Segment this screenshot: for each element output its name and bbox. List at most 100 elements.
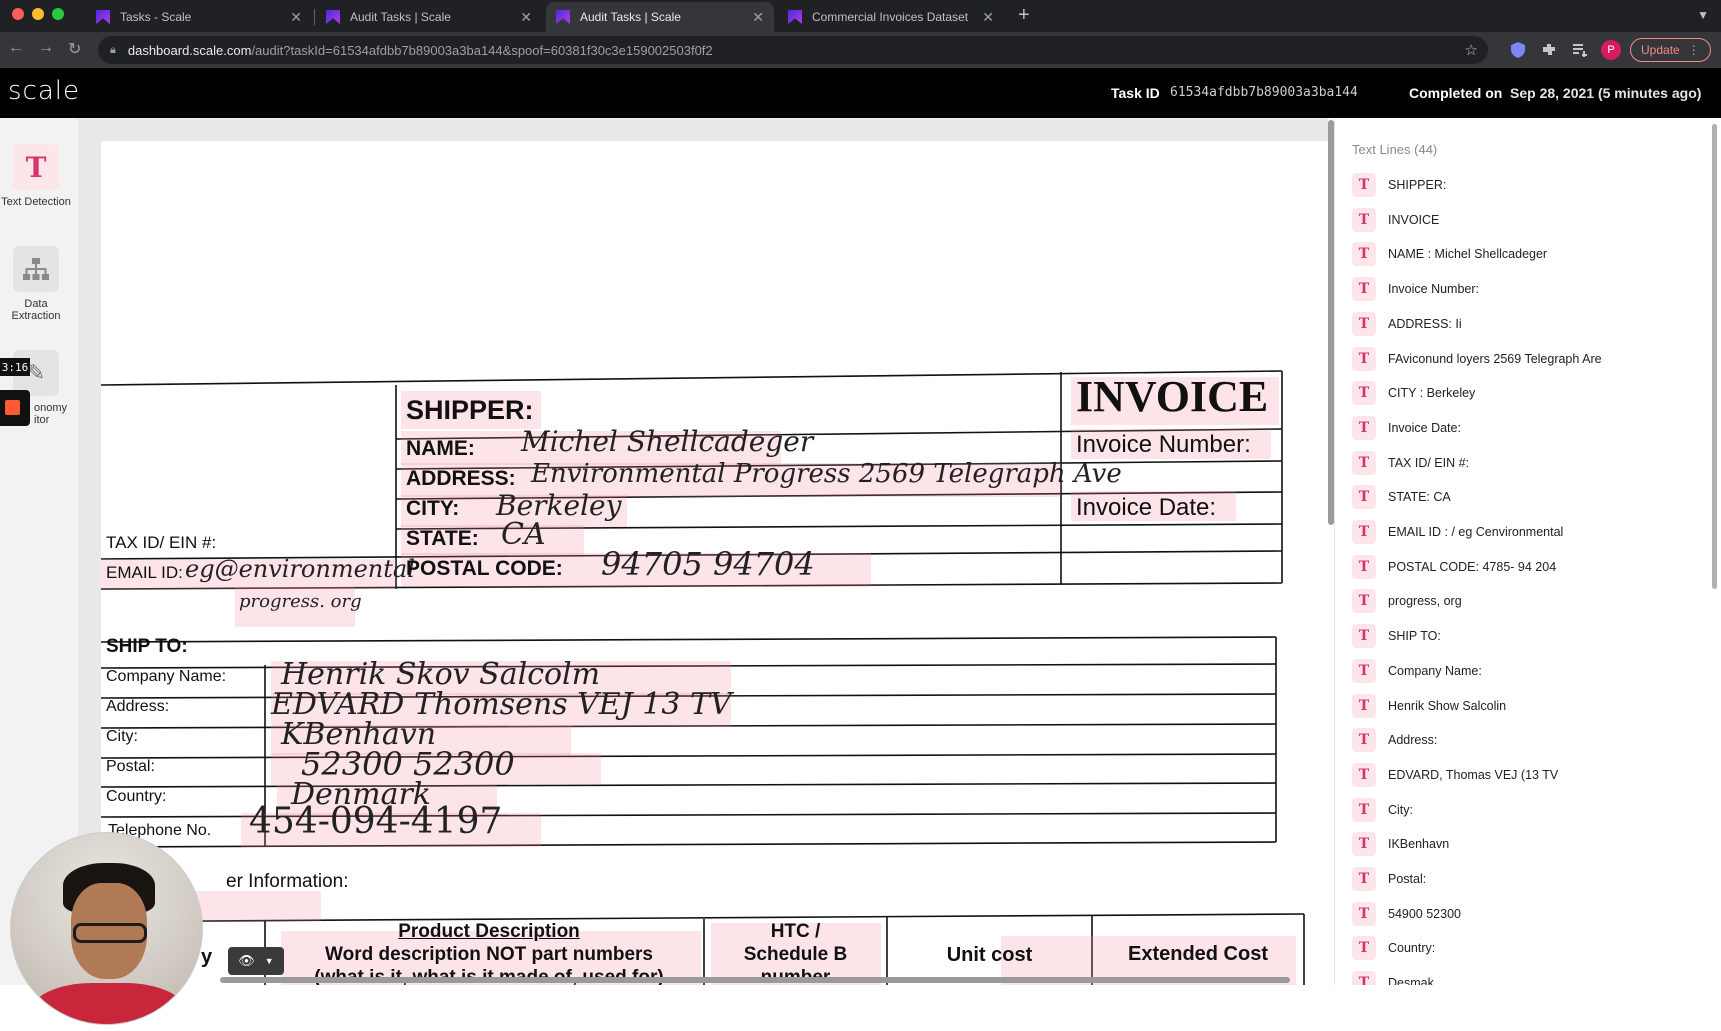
text-detection-tool[interactable]: T Text Detection [0, 144, 72, 208]
panel-scrollbar[interactable] [1712, 124, 1717, 589]
unit-cost-header: Unit cost [946, 944, 1033, 966]
webcam-overlay[interactable] [10, 832, 203, 1025]
htc-header-2: Schedule B [743, 944, 848, 965]
browser-tab[interactable]: Commercial Invoices Dataset ✕ [778, 2, 1004, 32]
stop-recording-button[interactable] [0, 390, 30, 426]
tab-close-icon[interactable]: ✕ [520, 9, 532, 26]
close-window-button[interactable] [12, 8, 24, 20]
browser-tab-active[interactable]: Audit Tasks | Scale ✕ [546, 2, 774, 32]
text-line-item[interactable]: T Postal: [1352, 867, 1426, 891]
text-t-icon: T [1352, 207, 1376, 232]
text-line-item[interactable]: T POSTAL CODE: 4785- 94 204 [1352, 554, 1557, 579]
text-line-item[interactable]: T FAviconund loyers 2569 Telegraph Are [1352, 346, 1602, 371]
reading-list-icon[interactable] [1571, 41, 1589, 59]
update-label: Update [1641, 43, 1680, 57]
minimize-window-button[interactable] [32, 8, 44, 20]
invoice-date-label: Invoice Date: [1076, 494, 1217, 521]
text-t-icon: T [1352, 173, 1376, 197]
product-description-header: Product Description [398, 921, 580, 942]
text-line-item[interactable]: T 54900 52300 [1352, 901, 1461, 926]
tab-close-icon[interactable]: ✕ [290, 9, 302, 26]
text-line-item[interactable]: T NAME : Michel Shellcadeger [1352, 242, 1547, 267]
visibility-toggle[interactable]: 👁︎ ▼ [228, 947, 284, 975]
company-name-label: Company Name: [106, 668, 227, 685]
tab-title: Audit Tasks | Scale [580, 10, 681, 24]
scale-logo[interactable]: scale [8, 76, 80, 106]
browser-toolbar: ← → ↻ 🔒︎ dashboard.scale.com /audit?task… [0, 32, 1721, 68]
text-line-item[interactable]: T Invoice Date: [1352, 415, 1461, 440]
text-line-label: EMAIL ID : / eg Cenvironmental [1388, 525, 1564, 539]
email-value: eg@environmental [185, 555, 415, 583]
back-arrow-icon[interactable]: ← [8, 39, 24, 57]
text-line-item[interactable]: T Invoice Number: [1352, 277, 1479, 302]
text-line-item[interactable]: T INVOICE [1352, 207, 1440, 232]
shipper-heading: SHIPPER: [406, 395, 534, 425]
address-label: ADDRESS: [406, 467, 516, 490]
text-line-label: Company Name: [1388, 663, 1482, 678]
text-t-icon: T [1352, 971, 1376, 985]
maximize-window-button[interactable] [52, 8, 64, 20]
text-line-item[interactable]: T Country: [1352, 936, 1436, 961]
reload-icon[interactable]: ↻ [68, 39, 81, 59]
url-host: dashboard.scale.com [127, 42, 252, 58]
document-canvas[interactable]: SHIPPER: INVOICE NAME: Michel Shellcadeg… [78, 118, 1328, 985]
task-id-value: 61534afdbb7b89003a3ba144 [1170, 85, 1358, 100]
shipto-address-label: Address: [106, 698, 170, 715]
bookmark-star-icon[interactable]: ☆ [1465, 41, 1478, 59]
postal-code-label: POSTAL CODE: [406, 557, 563, 580]
text-line-item[interactable]: T Company Name: [1352, 658, 1482, 683]
text-line-label: POSTAL CODE: 4785- 94 204 [1388, 559, 1557, 574]
text-t-icon: T [1352, 693, 1376, 718]
text-t-icon: T [1352, 658, 1376, 683]
text-t-icon: T [1352, 797, 1376, 822]
text-line-item[interactable]: T STATE: CA [1352, 485, 1451, 510]
shipto-postal-label: Postal: [106, 758, 155, 775]
text-line-item[interactable]: T EMAIL ID : / eg Cenvironmental [1352, 520, 1563, 544]
update-button[interactable]: Update ⋮ [1630, 38, 1711, 62]
canvas-horizontal-scrollbar[interactable] [220, 977, 1290, 983]
url-path: /audit?taskId=61534afdbb7b89003a3ba144&s… [251, 42, 713, 58]
text-line-item[interactable]: T CITY : Berkeley [1352, 381, 1475, 406]
scale-favicon-icon [556, 10, 570, 24]
text-line-item[interactable]: T SHIP TO: [1352, 624, 1441, 649]
address-bar[interactable]: 🔒︎ dashboard.scale.com /audit?taskId=615… [98, 36, 1488, 64]
text-line-item[interactable]: Tprogress, org [1352, 589, 1462, 614]
tab-close-icon[interactable]: ✕ [982, 9, 994, 26]
puzzle-extension-icon[interactable] [1540, 41, 1558, 59]
text-line-label: INVOICE [1388, 212, 1440, 227]
text-line-item[interactable]: T SHIPPER: [1352, 173, 1446, 197]
invoice-document: SHIPPER: INVOICE NAME: Michel Shellcadeg… [101, 141, 1328, 985]
invoice-number-label: Invoice Number: [1076, 431, 1251, 458]
tab-close-icon[interactable]: ✕ [752, 9, 764, 26]
text-line-item[interactable]: T Henrik Show Salcolin [1352, 693, 1506, 718]
other-information-heading: er Information: [226, 871, 349, 892]
text-line-item[interactable]: T ADDRESS: Ii [1352, 311, 1462, 336]
text-line-label: Address: [1388, 733, 1438, 748]
text-line-item[interactable]: T Desmak [1352, 971, 1434, 985]
text-t-icon: T [1352, 936, 1376, 961]
profile-avatar[interactable]: P [1601, 40, 1621, 60]
browser-tab-bar: Tasks - Scale ✕ Audit Tasks | Scale ✕ Au… [0, 0, 1721, 32]
tab-search-chevron-icon[interactable]: ▼ [1697, 8, 1709, 22]
state-value: CA [501, 517, 546, 552]
browser-tab[interactable]: Audit Tasks | Scale ✕ [316, 2, 542, 32]
text-line-label: Postal: [1388, 872, 1427, 886]
data-extraction-tool[interactable]: Data Extraction [0, 246, 72, 322]
text-line-item[interactable]: T EDVARD, Thomas VEJ (13 TV [1352, 762, 1558, 787]
text-line-item[interactable]: T IKBenhavn [1352, 832, 1450, 857]
text-line-label: Country: [1388, 941, 1436, 956]
new-tab-plus-icon[interactable]: + [1018, 4, 1030, 27]
shield-extension-icon[interactable] [1509, 41, 1527, 59]
text-line-label: IKBenhavn [1388, 837, 1450, 852]
tool-label: Data Extraction [11, 298, 61, 322]
text-line-item[interactable]: T TAX ID/ EIN #: [1352, 450, 1469, 475]
text-t-icon: T [1352, 867, 1376, 891]
scale-favicon-icon [326, 10, 340, 24]
scale-favicon-icon [788, 10, 802, 24]
forward-arrow-icon[interactable]: → [38, 39, 54, 57]
text-line-item[interactable]: T Address: [1352, 728, 1438, 753]
browser-tab[interactable]: Tasks - Scale ✕ [86, 2, 312, 32]
text-t-icon: T [1352, 589, 1376, 614]
text-t-icon: T [13, 144, 59, 190]
text-line-item[interactable]: T City: [1352, 797, 1413, 822]
